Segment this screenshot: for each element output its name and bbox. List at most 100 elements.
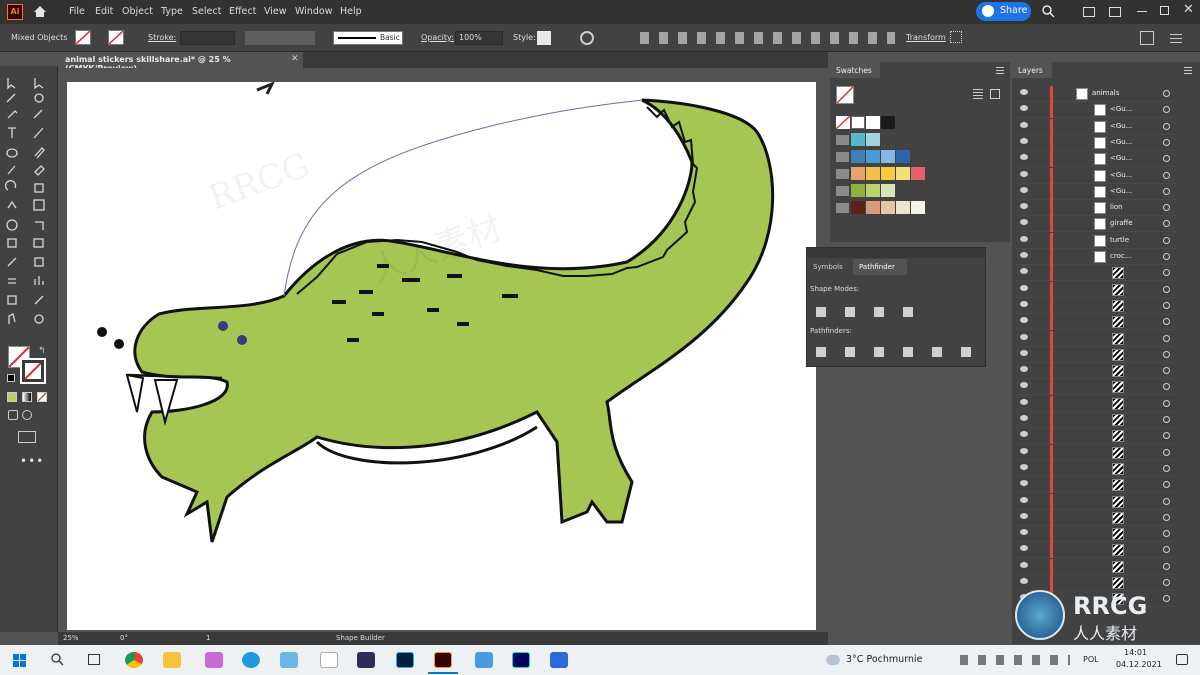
app-icon-10[interactable] bbox=[475, 652, 493, 668]
target-circle-icon[interactable] bbox=[1163, 155, 1170, 163]
layer-row[interactable] bbox=[1016, 330, 1178, 347]
transform-label[interactable]: Transform bbox=[906, 33, 946, 42]
swatch[interactable] bbox=[881, 201, 895, 214]
swatch[interactable] bbox=[866, 116, 880, 129]
target-circle-icon[interactable] bbox=[1163, 236, 1170, 244]
close-icon[interactable]: ✕ bbox=[1183, 2, 1194, 17]
layer-row[interactable] bbox=[1016, 526, 1178, 543]
default-colors-icon[interactable] bbox=[7, 374, 15, 382]
target-circle-icon[interactable] bbox=[1163, 497, 1170, 505]
illustrator-icon[interactable] bbox=[434, 652, 452, 668]
layer-row[interactable] bbox=[1016, 575, 1178, 591]
search-icon[interactable] bbox=[51, 653, 64, 666]
target-circle-icon[interactable] bbox=[1163, 432, 1170, 440]
target-circle-icon[interactable] bbox=[1163, 546, 1170, 554]
screen-mode-icon[interactable] bbox=[18, 431, 36, 443]
target-circle-icon[interactable] bbox=[1163, 562, 1170, 570]
target-circle-icon[interactable] bbox=[1163, 106, 1170, 114]
app-logo-icon[interactable]: Ai bbox=[7, 4, 23, 20]
visibility-eye-icon[interactable] bbox=[1020, 268, 1028, 275]
align-icons-group[interactable] bbox=[640, 32, 895, 44]
isolate-icon[interactable] bbox=[950, 31, 962, 43]
chrome-icon[interactable] bbox=[125, 652, 143, 668]
weather-text[interactable]: 3°C Pochmurnie bbox=[846, 654, 922, 665]
target-circle-icon[interactable] bbox=[1163, 383, 1170, 391]
swatch[interactable] bbox=[881, 184, 895, 197]
layer-row[interactable] bbox=[1016, 265, 1178, 282]
target-circle-icon[interactable] bbox=[1163, 530, 1170, 538]
snipping-tool-icon[interactable] bbox=[205, 652, 223, 668]
layer-row[interactable]: croc... bbox=[1016, 249, 1178, 265]
target-circle-icon[interactable] bbox=[1163, 399, 1170, 407]
swatch-registration[interactable] bbox=[851, 116, 865, 129]
target-circle-icon[interactable] bbox=[1163, 464, 1170, 472]
visibility-eye-icon[interactable] bbox=[1020, 235, 1028, 242]
stroke-swatch[interactable] bbox=[108, 30, 124, 45]
layer-row[interactable]: lion bbox=[1016, 200, 1178, 217]
swatch[interactable] bbox=[866, 133, 880, 146]
clock-time[interactable]: 14:01 bbox=[1124, 648, 1147, 657]
target-circle-icon[interactable] bbox=[1163, 187, 1170, 195]
home-icon[interactable] bbox=[33, 5, 47, 18]
swatch[interactable] bbox=[866, 150, 880, 163]
layer-row[interactable] bbox=[1016, 297, 1178, 314]
layer-row[interactable] bbox=[1016, 428, 1178, 445]
menu-type[interactable]: Type bbox=[161, 6, 183, 17]
menu-help[interactable]: Help bbox=[340, 6, 362, 17]
app-icon-12[interactable] bbox=[550, 652, 568, 668]
layer-row[interactable] bbox=[1016, 379, 1178, 396]
swatch[interactable] bbox=[911, 167, 925, 180]
visibility-eye-icon[interactable] bbox=[1020, 349, 1028, 356]
swatch[interactable] bbox=[851, 184, 865, 197]
fill-swatch[interactable] bbox=[75, 30, 91, 45]
visibility-eye-icon[interactable] bbox=[1020, 366, 1028, 373]
visibility-eye-icon[interactable] bbox=[1020, 382, 1028, 389]
symbols-tab[interactable]: Symbols bbox=[807, 259, 853, 275]
artboard-number[interactable]: 1 bbox=[206, 634, 210, 642]
list-view-icon[interactable] bbox=[973, 89, 983, 99]
swatch[interactable] bbox=[851, 133, 865, 146]
target-circle-icon[interactable] bbox=[1163, 90, 1170, 97]
rush-icon[interactable] bbox=[512, 652, 530, 668]
workspace-icon[interactable] bbox=[1109, 7, 1121, 17]
tray-icons[interactable] bbox=[960, 655, 1070, 665]
target-circle-icon[interactable] bbox=[1163, 513, 1170, 521]
swatch[interactable] bbox=[896, 201, 910, 214]
zoom-level[interactable]: 25% bbox=[63, 634, 79, 642]
stroke-color-box[interactable] bbox=[20, 358, 46, 384]
stroke-weight-input[interactable] bbox=[180, 31, 235, 45]
visibility-eye-icon[interactable] bbox=[1020, 561, 1028, 568]
windows-start-icon[interactable] bbox=[13, 654, 26, 667]
app-icon-5[interactable] bbox=[280, 652, 298, 668]
layer-row[interactable]: turtle bbox=[1016, 232, 1178, 249]
clock-date[interactable]: 04.12.2021 bbox=[1116, 660, 1162, 669]
share-button[interactable]: Share bbox=[976, 2, 1031, 21]
swatches-tab[interactable]: Swatches bbox=[830, 62, 880, 78]
target-circle-icon[interactable] bbox=[1163, 481, 1170, 489]
target-circle-icon[interactable] bbox=[1163, 171, 1170, 179]
swatch[interactable] bbox=[866, 201, 880, 214]
options-menu-icon[interactable] bbox=[1170, 33, 1182, 43]
swatch[interactable] bbox=[866, 184, 880, 197]
layer-row[interactable]: <Gu... bbox=[1016, 167, 1178, 184]
layer-row[interactable] bbox=[1016, 281, 1178, 298]
layer-row[interactable] bbox=[1016, 314, 1178, 331]
menu-view[interactable]: View bbox=[264, 6, 287, 17]
visibility-eye-icon[interactable] bbox=[1020, 300, 1028, 307]
menu-file[interactable]: File bbox=[69, 6, 85, 17]
restore-icon[interactable] bbox=[1160, 6, 1169, 15]
swatch[interactable] bbox=[896, 167, 910, 180]
target-circle-icon[interactable] bbox=[1163, 301, 1170, 309]
menu-object[interactable]: Object bbox=[122, 6, 153, 17]
visibility-eye-icon[interactable] bbox=[1020, 252, 1028, 258]
menu-edit[interactable]: Edit bbox=[95, 6, 113, 17]
swatch-none[interactable] bbox=[835, 115, 851, 130]
color-mode-none-icon[interactable] bbox=[37, 392, 47, 402]
layer-row[interactable] bbox=[1016, 542, 1178, 559]
draw-mode-icon[interactable] bbox=[8, 410, 18, 420]
visibility-eye-icon[interactable] bbox=[1020, 121, 1028, 128]
visibility-eye-icon[interactable] bbox=[1020, 186, 1028, 193]
swatch[interactable] bbox=[911, 201, 925, 214]
layer-row[interactable] bbox=[1016, 558, 1178, 575]
fill-stroke-indicator[interactable] bbox=[836, 86, 854, 104]
